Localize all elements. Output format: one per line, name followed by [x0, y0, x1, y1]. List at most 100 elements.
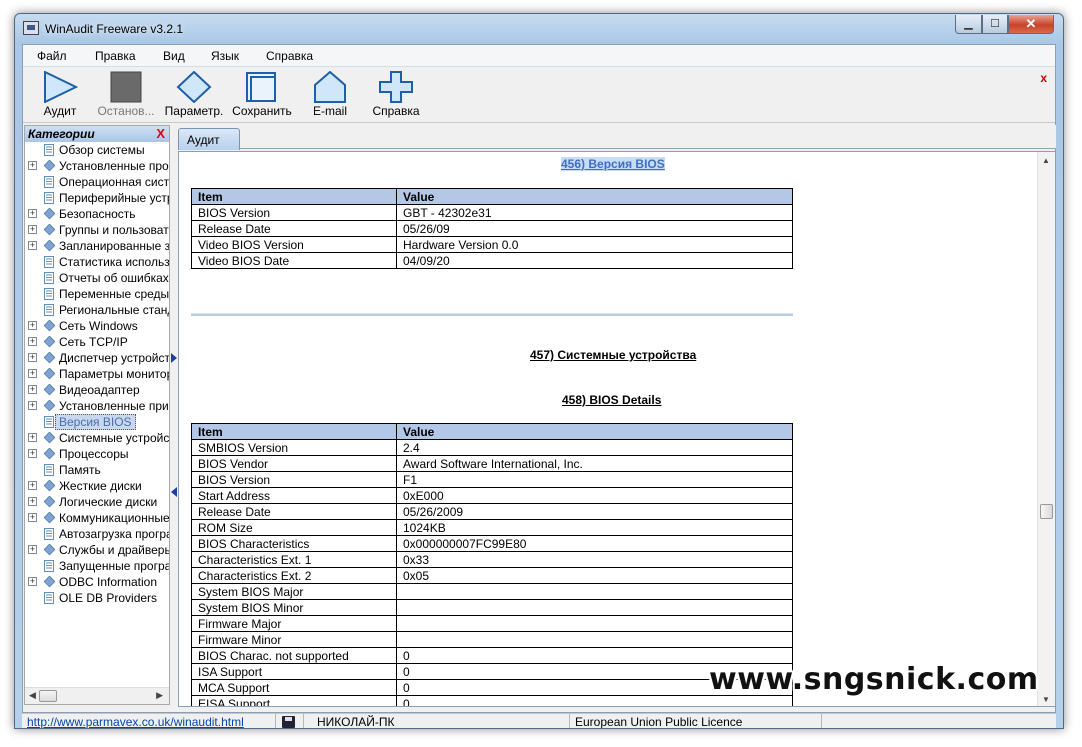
scroll-left-icon[interactable]: ◀: [29, 690, 36, 701]
collapse-arrow-icon[interactable]: [171, 487, 177, 497]
expand-icon[interactable]: +: [28, 385, 37, 394]
tree-item[interactable]: + Логические диски: [25, 494, 169, 510]
tree-item[interactable]: + Сеть Windows: [25, 318, 169, 334]
maximize-button[interactable]: ☐: [982, 15, 1008, 34]
title-bar[interactable]: WinAudit Freeware v3.2.1 ▁ ☐ ✕: [15, 14, 1063, 44]
tree-item[interactable]: + ODBC Information: [25, 574, 169, 590]
options-button[interactable]: Параметр.: [161, 69, 227, 121]
tree-item[interactable]: + Процессоры: [25, 446, 169, 462]
tree-item-label: Коммуникационные порты: [59, 511, 169, 525]
tree-item[interactable]: Память: [25, 462, 169, 478]
expand-icon[interactable]: +: [28, 401, 37, 410]
menu-view[interactable]: Вид: [163, 49, 185, 63]
tree-item[interactable]: + Установленные принтеры: [25, 398, 169, 414]
tree-item[interactable]: + Группы и пользователи: [25, 222, 169, 238]
tree-item[interactable]: + Запланированные задания: [25, 238, 169, 254]
tree-item[interactable]: + Установленные программы: [25, 158, 169, 174]
menu-edit[interactable]: Правка: [95, 49, 136, 63]
expand-icon[interactable]: +: [28, 241, 37, 250]
scroll-up-icon[interactable]: ▲: [1042, 156, 1050, 165]
table-row: ROM Size 1024KB: [191, 519, 793, 536]
scroll-right-icon[interactable]: ▶: [156, 690, 163, 701]
scroll-thumb[interactable]: [39, 690, 57, 702]
tree-item[interactable]: Операционная система: [25, 174, 169, 190]
tree-item[interactable]: Переменные среды: [25, 286, 169, 302]
expand-icon[interactable]: +: [28, 321, 37, 330]
categories-hscrollbar[interactable]: ◀ ▶: [25, 687, 169, 704]
tree-item[interactable]: + Системные устройства: [25, 430, 169, 446]
item-cell: Characteristics Ext. 1: [191, 551, 397, 568]
item-cell: Video BIOS Date: [191, 252, 397, 269]
tree-item[interactable]: Версия BIOS: [25, 414, 169, 430]
scroll-down-icon[interactable]: ▼: [1042, 695, 1050, 704]
scroll-thumb[interactable]: [1040, 504, 1053, 519]
report-view: 456) Версия BIOS Item Value BIOS Version…: [178, 151, 1056, 707]
expand-icon[interactable]: +: [28, 353, 37, 362]
expand-icon[interactable]: +: [28, 433, 37, 442]
tree-item[interactable]: Запущенные программы: [25, 558, 169, 574]
expand-icon[interactable]: +: [28, 513, 37, 522]
tree-item[interactable]: + Коммуникационные порты: [25, 510, 169, 526]
menu-file[interactable]: Файл: [37, 49, 67, 63]
disk-status: [276, 714, 304, 728]
section-system-devices-link[interactable]: 457) Системные устройства: [530, 348, 696, 362]
menu-language[interactable]: Язык: [211, 49, 239, 63]
categories-header: Категории X: [25, 126, 169, 142]
close-window-button[interactable]: ✕: [1008, 15, 1054, 34]
item-cell: BIOS Charac. not supported: [191, 647, 397, 664]
save-button[interactable]: Сохранить: [229, 69, 295, 121]
section-bios-version-link[interactable]: 456) Версия BIOS: [561, 157, 665, 171]
tree-item[interactable]: + Безопасность: [25, 206, 169, 222]
column-header-value: Value: [396, 423, 793, 440]
tree-item[interactable]: + Диспетчер устройств: [25, 350, 169, 366]
tree-item[interactable]: + Сеть TCP/IP: [25, 334, 169, 350]
value-cell: 1024KB: [396, 519, 793, 536]
tab-audit[interactable]: Аудит: [178, 128, 240, 150]
minimize-button[interactable]: ▁: [955, 15, 982, 34]
app-icon[interactable]: [23, 21, 39, 35]
tree-item-label: Логические диски: [59, 495, 158, 509]
menu-bar: Файл Правка Вид Язык Справка: [23, 45, 1055, 67]
expand-icon[interactable]: +: [28, 481, 37, 490]
tree-item[interactable]: Региональные стандарты: [25, 302, 169, 318]
help-button[interactable]: Справка: [363, 69, 429, 121]
stop-button[interactable]: Останов...: [93, 69, 159, 121]
item-cell: Video BIOS Version: [191, 236, 397, 253]
tree-item[interactable]: Отчеты об ошибках: [25, 270, 169, 286]
expand-icon[interactable]: +: [28, 497, 37, 506]
expand-icon[interactable]: +: [28, 337, 37, 346]
menu-help[interactable]: Справка: [266, 49, 313, 63]
tree-item[interactable]: Автозагрузка программ: [25, 526, 169, 542]
tree-item[interactable]: + Жесткие диски: [25, 478, 169, 494]
toolbar-close-icon[interactable]: x: [1040, 71, 1047, 85]
email-button[interactable]: E-mail: [297, 69, 363, 121]
status-bar: http://www.parmavex.co.uk/winaudit.html …: [22, 713, 1056, 728]
item-cell: EISA Support: [191, 695, 397, 706]
expand-icon[interactable]: +: [28, 161, 37, 170]
expand-arrow-icon[interactable]: [171, 353, 177, 363]
report-vscrollbar[interactable]: ▲ ▼: [1037, 152, 1055, 706]
expand-icon[interactable]: +: [28, 449, 37, 458]
expand-icon[interactable]: +: [28, 577, 37, 586]
homepage-link[interactable]: http://www.parmavex.co.uk/winaudit.html: [22, 714, 276, 728]
tree-item[interactable]: + Параметры монитора: [25, 366, 169, 382]
expand-icon[interactable]: +: [28, 225, 37, 234]
tree-item[interactable]: + Службы и драйверы: [25, 542, 169, 558]
audit-button[interactable]: Аудит: [27, 69, 93, 121]
tree-item[interactable]: OLE DB Providers: [25, 590, 169, 606]
expand-icon[interactable]: +: [28, 369, 37, 378]
tree-item[interactable]: + Видеоадаптер: [25, 382, 169, 398]
tree-item[interactable]: Периферийные устройства: [25, 190, 169, 206]
watermark: www.sngsnick.com: [709, 662, 1039, 697]
expand-icon[interactable]: +: [28, 545, 37, 554]
expand-icon[interactable]: +: [28, 209, 37, 218]
item-cell: ISA Support: [191, 663, 397, 680]
panel-splitter[interactable]: [170, 125, 178, 705]
section-bios-details-link[interactable]: 458) BIOS Details: [562, 393, 661, 407]
categories-close-icon[interactable]: X: [156, 126, 165, 141]
tree-item[interactable]: Статистика использования: [25, 254, 169, 270]
stop-icon: [110, 71, 142, 103]
value-cell: 0x05: [396, 567, 793, 584]
tree-item[interactable]: Обзор системы: [25, 142, 169, 158]
tree-item-label: Обзор системы: [59, 143, 145, 157]
